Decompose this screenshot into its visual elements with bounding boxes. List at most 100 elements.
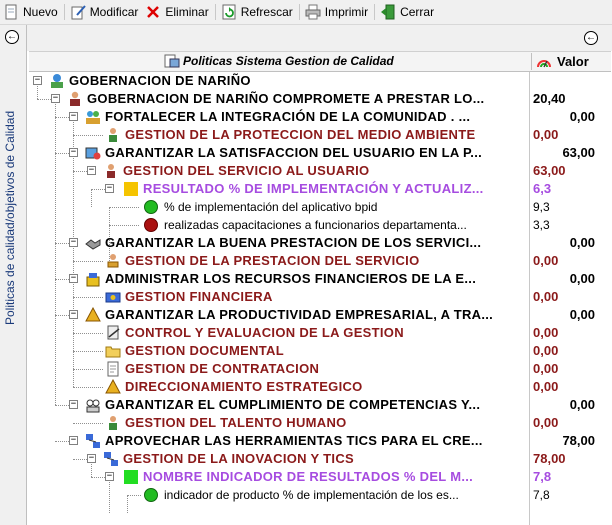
printer-icon <box>305 4 321 20</box>
node-label: CONTROL Y EVALUACION DE LA GESTION <box>125 325 404 340</box>
node-value: 0,00 <box>529 288 609 306</box>
collapse-toggle[interactable]: − <box>87 166 96 175</box>
collapse-toggle[interactable]: − <box>51 94 60 103</box>
tree-row[interactable]: GESTION DE LA PROTECCION DEL MEDIO AMBIE… <box>27 126 612 144</box>
tree-header: Politicas Sistema Gestion de Calidad Val… <box>29 51 611 72</box>
imprimir-button[interactable]: Imprimir <box>302 1 372 23</box>
node-label: APROVECHAR LAS HERRAMIENTAS TICS PARA EL… <box>105 433 483 448</box>
hierarchy-icon <box>85 307 101 322</box>
tree-row[interactable]: − FORTALECER LA INTEGRACIÓN DE LA COMUNI… <box>27 108 612 126</box>
tree-line <box>73 297 103 298</box>
tree-line <box>73 261 103 262</box>
service-person-icon <box>107 164 115 178</box>
collapse-toggle[interactable]: − <box>69 112 78 121</box>
collapse-toggle[interactable]: − <box>69 238 78 247</box>
back-button[interactable]: ← <box>584 31 598 45</box>
tree-line <box>73 423 103 424</box>
tree-row[interactable]: − GESTION DEL SERVICIO AL USUARIO 63,00 <box>27 162 612 180</box>
tree-line <box>109 207 139 208</box>
tree-row[interactable]: GESTION DOCUMENTAL 0,00 <box>27 342 612 360</box>
tree-row[interactable]: % de implementación del aplicativo bpid … <box>27 198 612 216</box>
modificar-button[interactable]: Modificar <box>67 1 143 23</box>
valor-column-header[interactable]: Valor <box>531 53 611 70</box>
refrescar-button[interactable]: Refrescar <box>218 1 297 23</box>
collapse-toggle[interactable]: − <box>87 454 96 463</box>
handshake-icon <box>85 239 101 250</box>
tree-doc-icon <box>164 54 180 68</box>
tree-row[interactable]: − ADMINISTRAR LOS RECURSOS FINANCIEROS D… <box>27 270 612 288</box>
side-panel-title[interactable]: Politicas de calidad/objetivos de Calida… <box>3 111 17 325</box>
collapse-toggle[interactable]: − <box>69 310 78 319</box>
node-value: 3,3 <box>529 216 609 234</box>
tree-row[interactable]: realizadas capacitaciones a funcionarios… <box>27 216 612 234</box>
node-value <box>529 72 609 90</box>
side-panel: ← Politicas de calidad/objetivos de Cali… <box>0 25 27 525</box>
arrow-left-icon: ← <box>586 32 596 43</box>
collapse-toggle[interactable]: − <box>105 472 114 481</box>
node-label: FORTALECER LA INTEGRACIÓN DE LA COMUNIDA… <box>105 109 471 124</box>
tree-row[interactable]: GESTION FINANCIERA 0,00 <box>27 288 612 306</box>
node-label: GARANTIZAR LA BUENA PRESTACION DE LOS SE… <box>105 235 482 250</box>
toolbar: Nuevo Modificar Eliminar Refrescar Impri… <box>0 0 612 25</box>
contract-document-icon <box>107 361 119 377</box>
collapse-toggle[interactable]: − <box>69 274 78 283</box>
tree-header-title[interactable]: Politicas Sistema Gestion de Calidad <box>164 54 394 68</box>
tree-row[interactable]: − GESTION DE LA INOVACION Y TICS 78,00 <box>27 450 612 468</box>
node-value: 0,00 <box>529 342 609 360</box>
node-label: GESTION DEL TALENTO HUMANO <box>125 415 347 430</box>
collapse-panel-button[interactable]: ← <box>5 30 19 44</box>
tree-row[interactable]: GESTION DE LA PRESTACION DEL SERVICIO 0,… <box>27 252 612 270</box>
node-label: GESTION FINANCIERA <box>125 289 273 304</box>
tree-line <box>91 477 105 478</box>
tree-line <box>73 333 103 334</box>
node-label: RESULTADO % DE IMPLEMENTACIÓN Y ACTUALIZ… <box>143 181 484 196</box>
tree-row[interactable]: − GARANTIZAR LA BUENA PRESTACION DE LOS … <box>27 234 612 252</box>
tree-row[interactable]: − RESULTADO % DE IMPLEMENTACIÓN Y ACTUAL… <box>27 180 612 198</box>
node-label: % de implementación del aplicativo bpid <box>164 200 378 214</box>
tree-row[interactable]: − GOBERNACION DE NARIÑO <box>27 72 612 90</box>
delete-icon <box>145 4 161 20</box>
control-document-icon <box>107 325 120 340</box>
organization-icon <box>51 74 63 88</box>
tree-row[interactable]: − APROVECHAR LAS HERRAMIENTAS TICS PARA … <box>27 432 612 450</box>
tree-line <box>73 351 103 352</box>
tree-row[interactable]: − GARANTIZAR LA SATISFACCION DEL USUARIO… <box>27 144 612 162</box>
tree-row[interactable]: CONTROL Y EVALUACION DE LA GESTION 0,00 <box>27 324 612 342</box>
nuevo-button[interactable]: Nuevo <box>0 1 62 23</box>
tree-row[interactable]: GESTION DEL TALENTO HUMANO 0,00 <box>27 414 612 432</box>
tree-row[interactable]: DIRECCIONAMIENTO ESTRATEGICO 0,00 <box>27 378 612 396</box>
node-value: 9,3 <box>529 198 609 216</box>
toolbar-separator <box>298 4 300 20</box>
tree-line <box>73 459 87 460</box>
tree-line <box>55 441 69 442</box>
tree-line <box>127 495 141 496</box>
modificar-label: Modificar <box>89 5 139 19</box>
collapse-toggle[interactable]: − <box>69 148 78 157</box>
tree-row[interactable]: − GARANTIZAR LA PRODUCTIVIDAD EMPRESARIA… <box>27 306 612 324</box>
cerrar-button[interactable]: Cerrar <box>377 1 438 23</box>
eliminar-button[interactable]: Eliminar <box>142 1 212 23</box>
competencies-icon <box>86 399 100 413</box>
collapse-toggle[interactable]: − <box>69 400 78 409</box>
edit-icon <box>70 4 86 20</box>
collapse-toggle[interactable]: − <box>69 436 78 445</box>
tree-line <box>73 387 103 388</box>
node-value: 78,00 <box>529 450 609 468</box>
node-value: 20,40 <box>529 90 609 108</box>
gauge-icon <box>536 55 552 69</box>
strategy-icon <box>105 379 121 394</box>
tree-row[interactable]: − GARANTIZAR EL CUMPLIMIENTO DE COMPETEN… <box>27 396 612 414</box>
tree-row[interactable]: − NOMBRE INDICADOR DE RESULTADOS % DEL M… <box>27 468 612 486</box>
green-status-icon <box>144 200 158 214</box>
node-value: 78,00 <box>529 432 609 450</box>
tree-row[interactable]: − GOBERNACION DE NARIÑO COMPROMETE A PRE… <box>27 90 612 108</box>
tree-panel: ← Politicas Sistema Gestion de Calidad V… <box>27 25 612 525</box>
tree-row[interactable]: GESTION DE CONTRATACION 0,00 <box>27 360 612 378</box>
collapse-toggle[interactable]: − <box>105 184 114 193</box>
new-document-icon <box>3 4 19 20</box>
process-person-icon <box>109 128 117 142</box>
node-value: 0,00 <box>529 126 609 144</box>
node-label: GESTION DE LA PROTECCION DEL MEDIO AMBIE… <box>125 127 476 142</box>
collapse-toggle[interactable]: − <box>33 76 42 85</box>
tree-row[interactable]: indicador de producto % de implementació… <box>27 486 612 504</box>
